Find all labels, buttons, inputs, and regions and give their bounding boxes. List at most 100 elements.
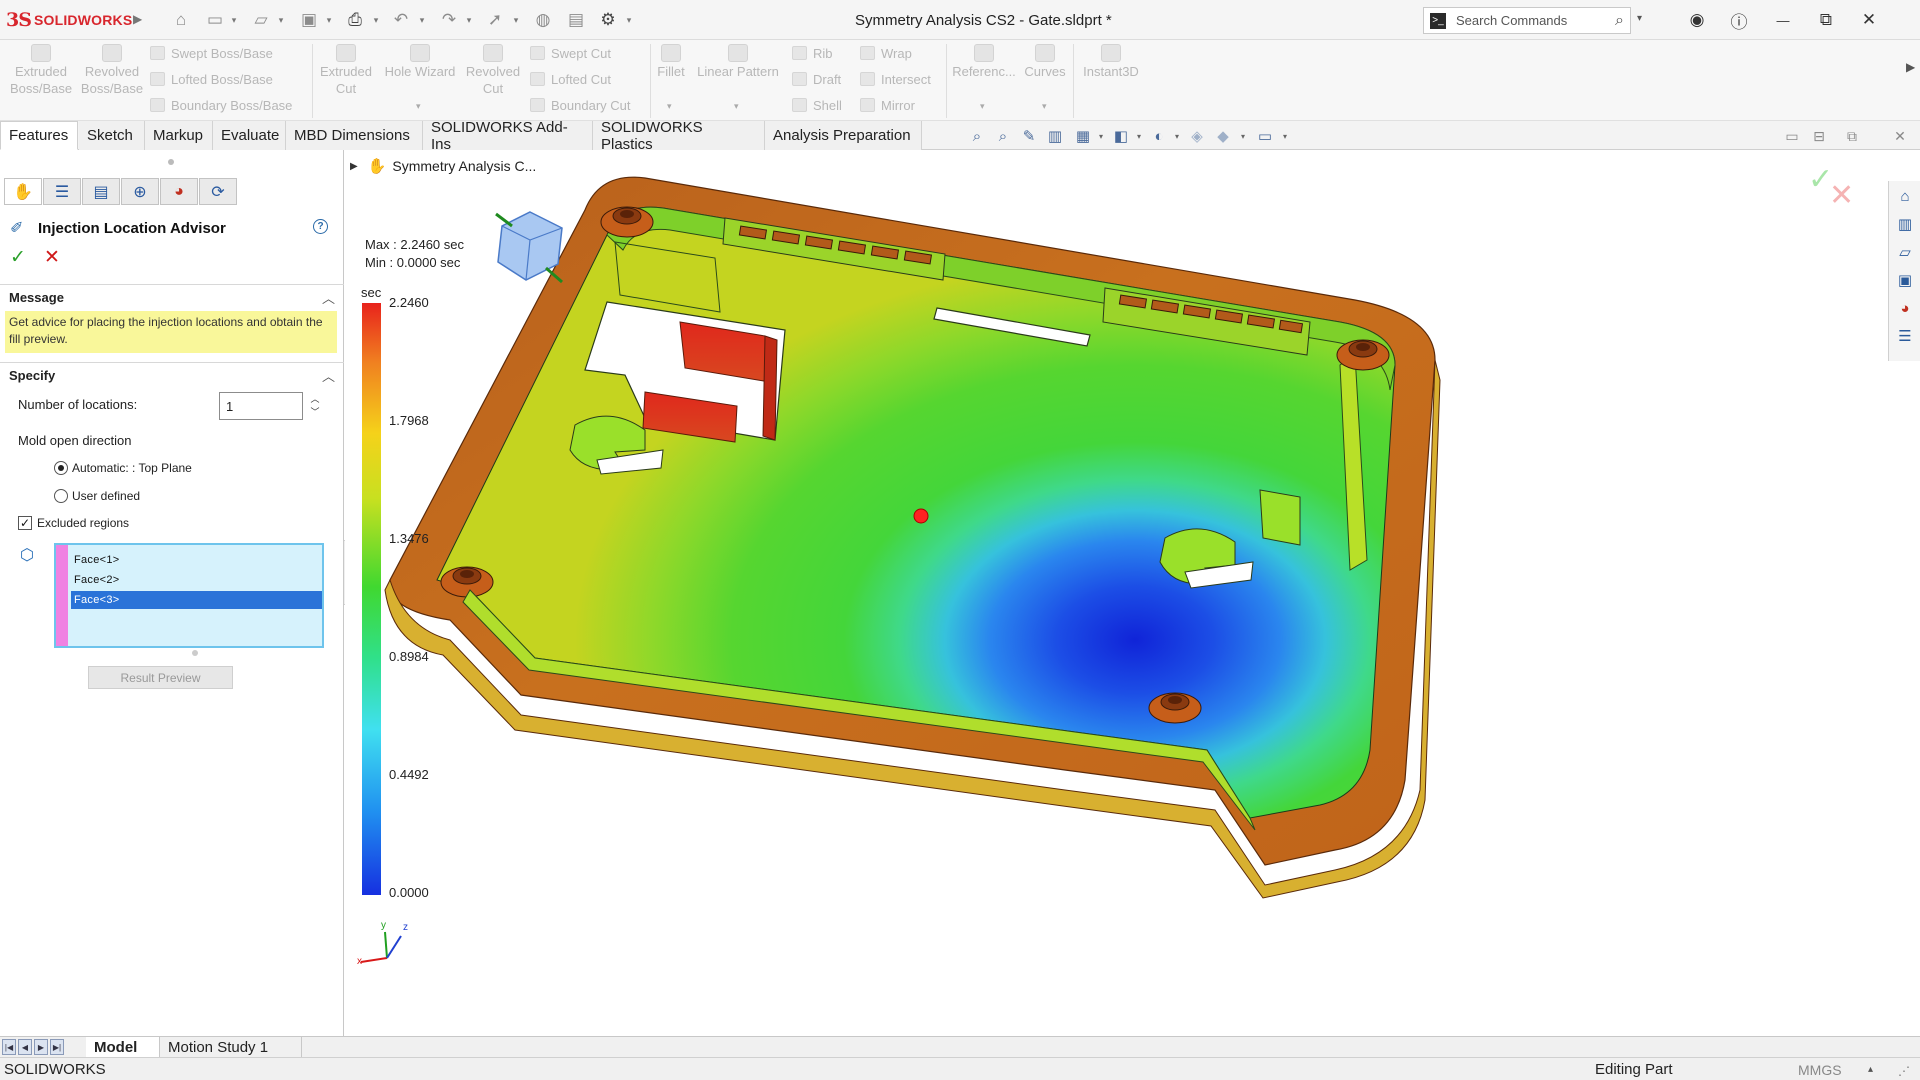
graphics-area[interactable]: ▶ ✋ Symmetry Analysis C... Max : 2.2460 …	[345, 150, 1920, 1036]
lofted-cut-button[interactable]: Lofted Cut	[530, 69, 611, 89]
linear-pattern-button[interactable]: Linear Pattern	[693, 44, 783, 80]
reference-geometry-dropdown-icon[interactable]: ▾	[980, 101, 985, 112]
section-view-icon[interactable]: ▥	[1046, 127, 1064, 145]
hud-dropdown-icon[interactable]: ▾	[1096, 127, 1106, 145]
excluded-faces-list[interactable]: Face<1> Face<2> Face<3>	[54, 543, 324, 648]
result-preview-button[interactable]: Result Preview	[88, 666, 233, 689]
shell-button[interactable]: Shell	[792, 95, 842, 115]
extruded-boss-button[interactable]: Extruded Boss/Base	[10, 44, 72, 97]
cancel-x-button[interactable]: ✕	[44, 246, 60, 269]
fillet-button[interactable]: Fillet	[654, 44, 688, 80]
previous-view-icon[interactable]: ✎	[1020, 127, 1038, 145]
feature-tree-flyout[interactable]: ▶ ✋ Symmetry Analysis C...	[350, 156, 536, 176]
search-icon[interactable]: ⌕	[1615, 12, 1624, 30]
undo-dropdown-icon[interactable]: ▾	[416, 9, 428, 31]
hud-dropdown-icon[interactable]: ▾	[1134, 127, 1144, 145]
list-resize-handle[interactable]	[192, 650, 198, 656]
display-manager-tab[interactable]: ◕	[160, 178, 198, 205]
reference-geometry-button[interactable]: Referenc...	[952, 44, 1016, 80]
hole-wizard-dropdown-icon[interactable]: ▾	[416, 101, 421, 112]
mirror-button[interactable]: Mirror	[860, 95, 915, 115]
doc-restore-icon[interactable]: ⧉	[1843, 127, 1861, 145]
tab-features[interactable]: Features	[0, 121, 78, 150]
doc-minimize-icon[interactable]: ▭	[1783, 127, 1801, 145]
cam-manager-tab[interactable]: ⟳	[199, 178, 237, 205]
boundary-boss-button[interactable]: Boundary Boss/Base	[150, 95, 292, 115]
curves-dropdown-icon[interactable]: ▾	[1042, 101, 1047, 112]
tab-solidworks-plastics[interactable]: SOLIDWORKS Plastics	[593, 119, 765, 153]
instant3d-button[interactable]: Instant3D	[1078, 44, 1144, 80]
plastics-manager-tab[interactable]: ✋	[4, 178, 42, 205]
options-gear-icon[interactable]: ⚙	[597, 9, 619, 31]
list-item[interactable]: Face<2>	[71, 571, 322, 589]
revolved-boss-button[interactable]: Revolved Boss/Base	[80, 44, 144, 97]
number-of-locations-input[interactable]	[219, 392, 303, 420]
last-tab-icon[interactable]: ▶|	[50, 1039, 64, 1055]
linear-pattern-dropdown-icon[interactable]: ▾	[734, 101, 739, 112]
close-window-icon[interactable]: ✕	[1858, 9, 1880, 31]
view-cube[interactable]	[490, 208, 570, 288]
select-icon[interactable]: ➚	[484, 9, 506, 31]
confirm-corner-cancel-icon[interactable]: ✕	[1829, 178, 1854, 213]
view-palette-icon[interactable]: ▣	[1894, 269, 1916, 291]
property-manager-tab[interactable]: ▤	[82, 178, 120, 205]
appearances-icon[interactable]: ◕	[1894, 297, 1916, 319]
chevron-up-icon[interactable]: ︿	[322, 288, 335, 307]
zoom-to-area-icon[interactable]: ⌕	[994, 127, 1012, 145]
redo-icon[interactable]: ↷	[438, 9, 460, 31]
custom-properties-icon[interactable]: ☰	[1894, 325, 1916, 347]
curves-button[interactable]: Curves	[1022, 44, 1068, 80]
view-settings-monitor-icon[interactable]: ▭	[1256, 127, 1274, 145]
number-spinner[interactable]: ︿ ﹀	[309, 393, 321, 419]
options-dropdown-icon[interactable]: ▾	[623, 9, 635, 31]
help-icon[interactable]: ⓘ	[1728, 9, 1750, 32]
boundary-cut-button[interactable]: Boundary Cut	[530, 95, 631, 115]
hide-show-items-icon[interactable]: ◈	[1188, 127, 1206, 145]
lofted-boss-button[interactable]: Lofted Boss/Base	[150, 69, 273, 89]
ok-checkmark-button[interactable]: ✓	[10, 246, 26, 269]
tab-motion-study-1[interactable]: Motion Study 1	[160, 1037, 302, 1058]
wrap-button[interactable]: Wrap	[860, 43, 912, 63]
restore-window-icon[interactable]: ⧉	[1815, 9, 1837, 31]
message-group-header[interactable]: Message ︿	[0, 284, 344, 310]
rib-button[interactable]: Rib	[792, 43, 833, 63]
swept-cut-button[interactable]: Swept Cut	[530, 43, 611, 63]
file-properties-icon[interactable]: ▤	[565, 9, 587, 31]
help-question-icon[interactable]: ?	[313, 219, 328, 234]
unit-system-indicator[interactable]: MMGS	[1798, 1062, 1842, 1078]
automatic-radio[interactable]	[54, 461, 68, 475]
redo-dropdown-icon[interactable]: ▾	[463, 9, 475, 31]
view-orientation-icon[interactable]: ◧	[1112, 127, 1130, 145]
hud-dropdown-icon[interactable]: ▾	[1280, 127, 1290, 145]
list-item[interactable]: Face<3>	[71, 591, 322, 609]
tab-model[interactable]: Model	[86, 1037, 160, 1058]
menu-expand-icon[interactable]: ▶	[133, 12, 142, 26]
ribbon-scroll-icon[interactable]: ▶	[1906, 60, 1915, 74]
open-icon[interactable]: ▱	[250, 9, 272, 31]
zoom-to-fit-icon[interactable]: ⌕	[968, 127, 986, 145]
expand-arrow-icon[interactable]: ▶	[350, 161, 358, 172]
hud-dropdown-icon[interactable]: ▾	[1238, 127, 1248, 145]
doc-collapse-icon[interactable]: ⊟	[1810, 127, 1828, 145]
tab-mbd-dimensions[interactable]: MBD Dimensions	[286, 121, 423, 150]
tab-solidworks-add-ins[interactable]: SOLIDWORKS Add-Ins	[423, 119, 593, 153]
open-dropdown-icon[interactable]: ▾	[275, 9, 287, 31]
rebuild-icon[interactable]: ◍	[532, 9, 554, 31]
hud-dropdown-icon[interactable]: ▾	[1172, 127, 1182, 145]
intersect-button[interactable]: Intersect	[860, 69, 931, 89]
new-document-icon[interactable]: ▭	[204, 9, 226, 31]
units-dropdown-icon[interactable]: ▴	[1868, 1064, 1873, 1075]
undo-icon[interactable]: ↶	[390, 9, 412, 31]
draft-button[interactable]: Draft	[792, 69, 841, 89]
edit-appearance-icon[interactable]: ◆	[1214, 127, 1232, 145]
tab-sketch[interactable]: Sketch	[79, 121, 145, 150]
select-dropdown-icon[interactable]: ▾	[510, 9, 522, 31]
tab-evaluate[interactable]: Evaluate	[213, 121, 286, 150]
chevron-up-icon[interactable]: ︿	[322, 366, 335, 385]
search-commands-input[interactable]: >_ Search Commands ⌕	[1423, 7, 1631, 34]
doc-close-icon[interactable]: ✕	[1891, 127, 1909, 145]
minimize-icon[interactable]: —	[1772, 9, 1794, 31]
file-explorer-icon[interactable]: ▱	[1894, 241, 1916, 263]
panel-resize-handle[interactable]	[168, 159, 174, 165]
excluded-regions-checkbox[interactable]: ✓	[18, 516, 32, 530]
